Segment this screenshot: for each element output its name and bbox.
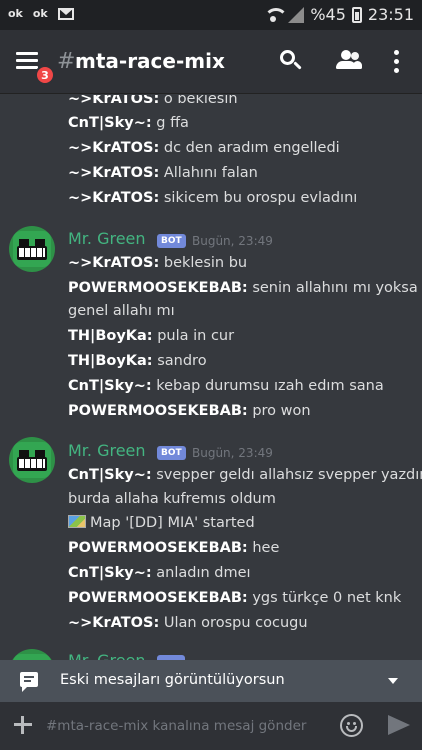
add-attachment-icon[interactable]	[14, 716, 32, 734]
username[interactable]: Mr. Green	[68, 441, 146, 460]
send-icon[interactable]	[388, 715, 410, 735]
message-list[interactable]: ~>KrATOS: o beklesin CnT|Sky~: g ffa ~>K…	[0, 95, 422, 660]
status-bar: ok ok %45 23:51	[0, 0, 422, 30]
message-line: TH|BoyKa: pula in cur	[68, 328, 235, 344]
username[interactable]: Mr. Green	[68, 651, 146, 660]
status-ok-1: ok	[8, 7, 23, 20]
wifi-icon	[264, 7, 289, 22]
old-messages-label: Eski mesajları görüntülüyorsun	[60, 672, 285, 688]
signal-icon	[288, 6, 305, 23]
message-line: ~>KrATOS: Ulan orospu cocugu	[68, 615, 308, 631]
viewing-old-messages-bar[interactable]: Eski mesajları görüntülüyorsun	[0, 660, 422, 702]
message-line: CnT|Sky~: g ffa	[68, 115, 189, 131]
message-line: CnT|Sky~: svepper geldı allahsız svepper…	[68, 467, 422, 483]
emoji-icon[interactable]	[340, 714, 363, 737]
bot-tag: BOT	[157, 234, 186, 248]
message-line: POWERMOOSEKEBAB: hee	[68, 540, 280, 556]
avatar[interactable]	[9, 226, 55, 272]
message-line: ~>KrATOS: sikicem bu orospu evladını	[68, 190, 358, 206]
message-line: ~>KrATOS: o beklesin	[68, 95, 238, 107]
message-line: Map '[DD] MIA' started	[68, 515, 255, 531]
message-line: genel allahı mı	[68, 303, 175, 319]
username[interactable]: Mr. Green	[68, 229, 146, 248]
channel-title: mta-race-mix	[75, 49, 225, 73]
timestamp: Bugün, 23:49	[192, 446, 273, 460]
more-options-icon[interactable]	[386, 48, 406, 76]
message-line: ~>KrATOS: beklesin bu	[68, 255, 248, 271]
chat-bubble-icon	[20, 672, 38, 692]
message-composer	[0, 702, 422, 750]
timestamp: Bugün, 23:49	[192, 234, 273, 248]
channel-header: 3 # mta-race-mix	[0, 30, 422, 94]
mail-icon	[57, 7, 74, 20]
message-line: POWERMOOSEKEBAB: senin allahını mı yoksa	[68, 280, 418, 296]
status-ok-2: ok	[32, 7, 48, 20]
message-line: CnT|Sky~: anladın dmeı	[68, 565, 251, 581]
message-line: ~>KrATOS: dc den aradım engelledi	[68, 140, 340, 156]
chevron-down-icon[interactable]	[388, 678, 398, 684]
avatar[interactable]	[9, 437, 55, 483]
avatar[interactable]	[9, 649, 55, 660]
message-line: burda allaha kufremıs oldum	[68, 491, 276, 507]
message-line: POWERMOOSEKEBAB: ygs türkçe 0 net knk	[68, 590, 402, 606]
message-line: CnT|Sky~: kebap durumsu ızah edım sana	[68, 378, 384, 394]
message-line: POWERMOOSEKEBAB: pro won	[68, 403, 311, 419]
battery-icon	[351, 6, 362, 23]
world-map-icon	[68, 515, 86, 528]
members-icon[interactable]	[332, 48, 362, 76]
message-input[interactable]	[46, 714, 326, 738]
message-line: TH|BoyKa: sandro	[68, 353, 207, 369]
message-line: ~>KrATOS: Allahını falan	[68, 165, 258, 181]
clock: 23:51	[367, 5, 414, 24]
notification-badge: 3	[35, 65, 55, 85]
bot-tag: BOT	[157, 446, 186, 460]
status-left: ok ok	[8, 7, 74, 20]
menu-icon[interactable]	[16, 52, 38, 69]
channel-hash-icon: #	[57, 49, 76, 74]
status-right: %45 23:51	[264, 5, 414, 24]
battery-percent: %45	[310, 5, 346, 24]
search-icon[interactable]	[278, 48, 306, 76]
